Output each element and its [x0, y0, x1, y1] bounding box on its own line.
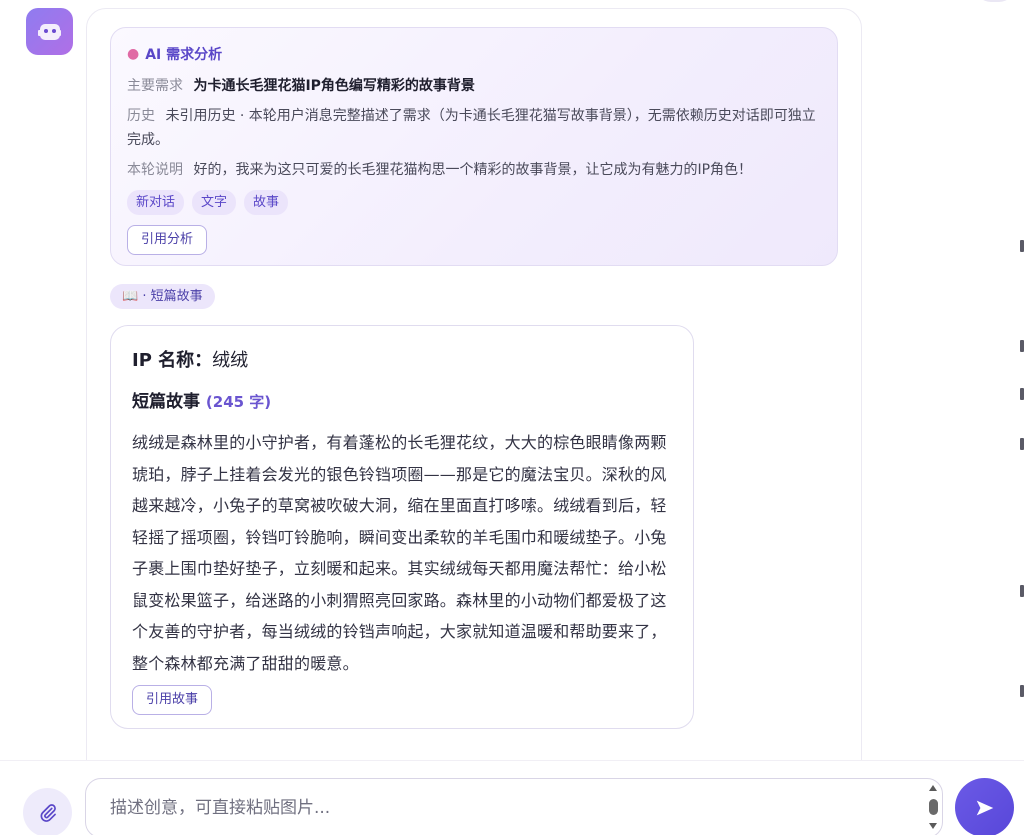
main-need-value: 为卡通长毛狸花猫IP角色编写精彩的故事背景	[193, 78, 475, 94]
history-row: 历史 未引用历史 · 本轮用户消息完整描述了需求（为卡通长毛狸花猫写故事背景），…	[127, 104, 821, 152]
edge-mark	[1020, 685, 1024, 697]
story-body: 绒绒是森林里的小守护者，有着蓬松的长毛狸花纹，大大的棕色眼睛像两颗琥珀，脖子上挂…	[132, 433, 667, 673]
main-need-label: 主要需求	[127, 78, 183, 94]
composer-bar	[0, 760, 1024, 835]
analysis-title: ● AI 需求分析	[127, 44, 821, 64]
edge-mark	[1020, 240, 1024, 252]
tag-new-chat: 新对话	[127, 190, 185, 215]
main-need-row: 主要需求 为卡通长毛狸花猫IP角色编写精彩的故事背景	[127, 74, 821, 98]
edge-mark	[1020, 438, 1024, 450]
ip-name-label: IP 名称：	[132, 350, 213, 371]
scroll-down-icon[interactable]	[929, 823, 937, 829]
tag-list: 新对话 文字 故事	[127, 190, 821, 215]
word-count: (245 字)	[205, 393, 272, 411]
assistant-avatar	[26, 8, 73, 55]
history-value: 未引用历史 · 本轮用户消息完整描述了需求（为卡通长毛狸花猫写故事背景），无需依…	[127, 108, 816, 148]
note-row: 本轮说明 好的，我来为这只可爱的长毛狸花猫构思一个精彩的故事背景，让它成为有魅力…	[127, 158, 821, 182]
cite-analysis-button[interactable]: 引用分析	[127, 225, 208, 255]
robot-icon	[39, 23, 60, 40]
scroll-up-icon[interactable]	[929, 785, 937, 791]
prompt-input[interactable]	[110, 798, 900, 818]
note-label: 本轮说明	[127, 162, 183, 178]
cite-story-button[interactable]: 引用故事	[132, 685, 213, 715]
attach-button[interactable]	[23, 788, 72, 835]
ip-name-value: 绒绒	[212, 350, 249, 371]
prompt-input-box[interactable]	[85, 778, 943, 835]
chat-page: ● AI 需求分析 主要需求 为卡通长毛狸花猫IP角色编写精彩的故事背景 历史 …	[0, 0, 1024, 835]
input-scrollbar[interactable]	[928, 785, 938, 829]
robot-ear-right	[58, 30, 61, 36]
story-card: IP 名称：绒绒 短篇故事 (245 字) 绒绒是森林里的小守护者，有着蓬松的长…	[110, 325, 694, 729]
tag-text: 文字	[192, 190, 237, 215]
analysis-card: ● AI 需求分析 主要需求 为卡通长毛狸花猫IP角色编写精彩的故事背景 历史 …	[110, 27, 838, 266]
scroll-thumb[interactable]	[928, 799, 938, 815]
send-button[interactable]	[955, 778, 1014, 835]
edge-mark	[1020, 585, 1024, 597]
story-heading: 短篇故事 (245 字)	[132, 390, 672, 414]
story-type-badge: 📖 · 短篇故事	[110, 284, 215, 309]
ip-name-line: IP 名称：绒绒	[132, 348, 672, 374]
story-heading-text: 短篇故事	[132, 392, 200, 412]
edge-mark	[1020, 340, 1024, 352]
brain-icon: ●	[127, 46, 140, 62]
corner-decoration	[975, 0, 1015, 2]
paperclip-icon	[40, 803, 56, 822]
send-arrow-icon	[976, 800, 993, 815]
tag-story: 故事	[244, 190, 289, 215]
note-value: 好的，我来为这只可爱的长毛狸花猫构思一个精彩的故事背景，让它成为有魅力的IP角色…	[193, 162, 753, 178]
analysis-title-text: AI 需求分析	[145, 47, 223, 63]
edge-mark	[1020, 388, 1024, 400]
history-label: 历史	[127, 108, 155, 124]
